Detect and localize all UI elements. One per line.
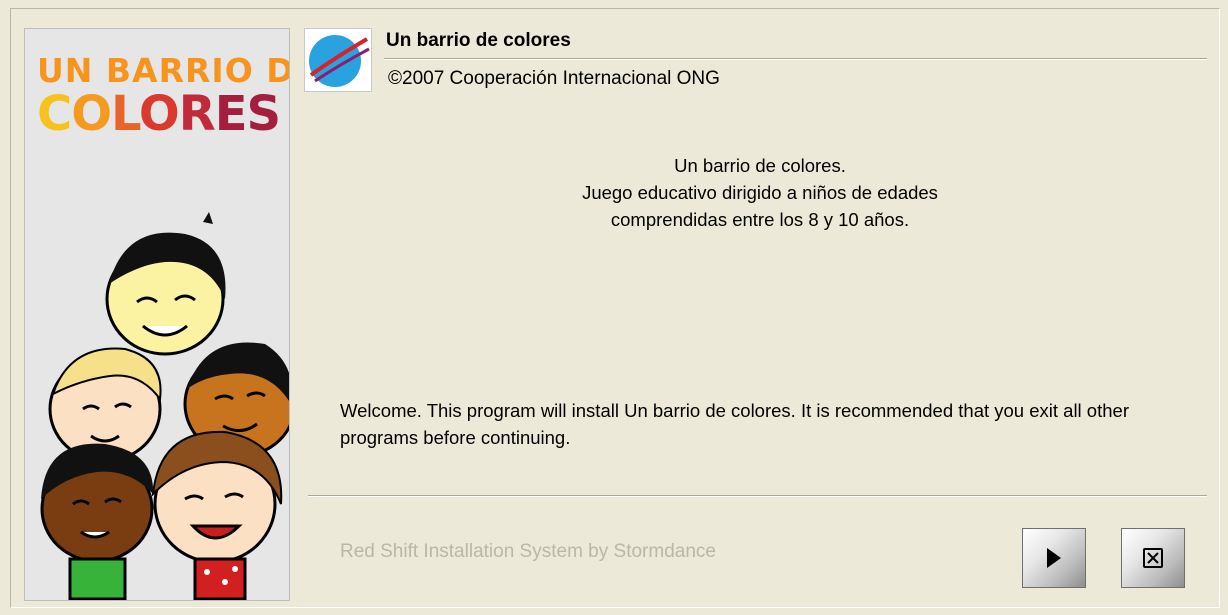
footer-divider [308, 495, 1207, 497]
welcome-message: Welcome. This program will install Un ba… [340, 400, 1129, 448]
logo-letter: O [138, 86, 180, 142]
logo-title-line1: UN BARRIO DE [37, 51, 289, 90]
play-arrow-icon [1047, 548, 1061, 568]
logo-letter: R [178, 86, 216, 142]
next-button[interactable] [1022, 528, 1086, 588]
logo-title-line2: COLORES [37, 86, 287, 142]
logo-letter: O [71, 86, 112, 142]
description-block: Un barrio de colores. Juego educativo di… [380, 152, 1140, 233]
header-divider [384, 58, 1207, 60]
description-line: Juego educativo dirigido a niños de edad… [582, 182, 938, 203]
description-line: comprendidas entre los 8 y 10 años. [610, 209, 910, 230]
kid-girl [151, 430, 283, 600]
kid-yellow [105, 212, 226, 356]
kid-curly [40, 443, 154, 600]
close-box-icon [1143, 548, 1163, 568]
app-title: Un barrio de colores [386, 30, 571, 51]
logo-letter: S [246, 86, 282, 142]
app-logo-icon [304, 28, 372, 92]
cancel-button[interactable] [1121, 528, 1185, 588]
logo-letter: C [37, 86, 72, 142]
installer-brand: Red Shift Installation System by Stormda… [340, 541, 716, 562]
sidebar-banner: UN BARRIO DE COLORES [24, 28, 290, 601]
children-illustration [40, 212, 289, 600]
logo-letter: E [214, 86, 248, 142]
copyright-text: ©2007 Cooperación Internacional ONG [388, 68, 720, 89]
logo-letter: L [111, 86, 140, 142]
description-line: Un barrio de colores. [674, 155, 846, 176]
